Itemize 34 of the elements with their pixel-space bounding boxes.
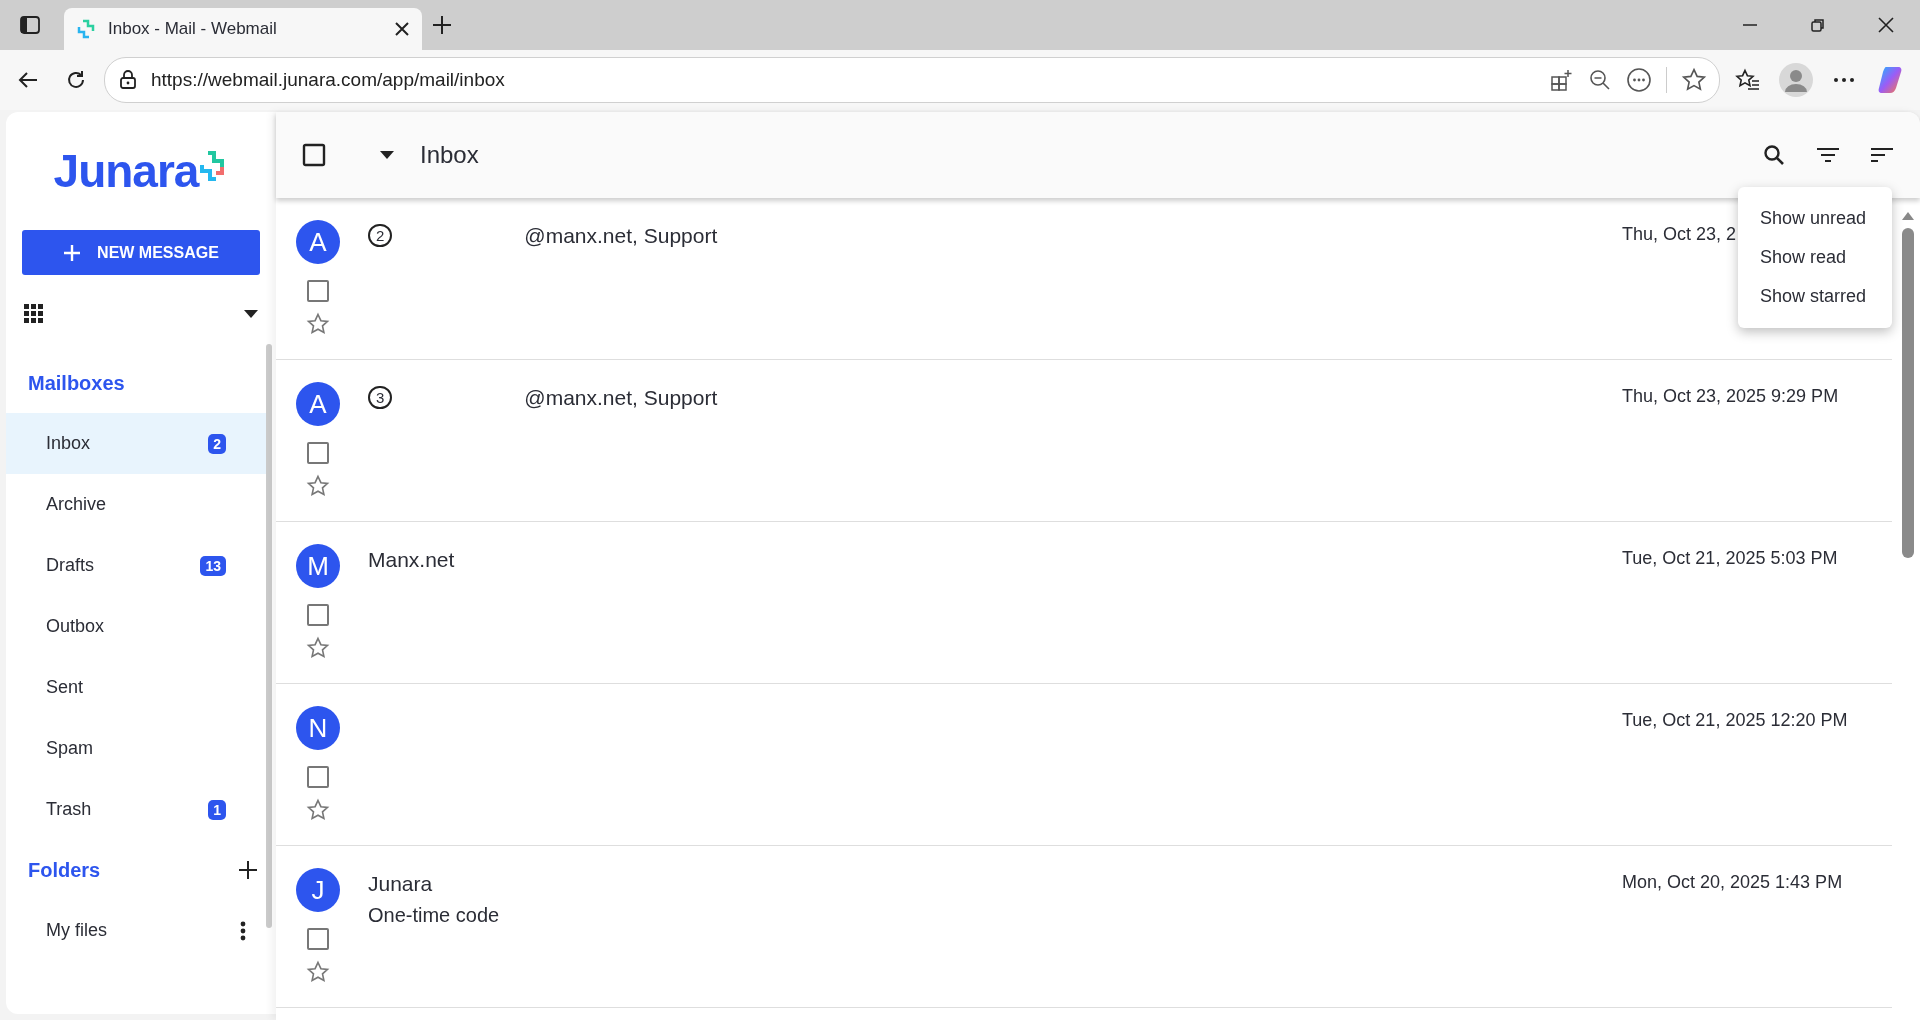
mailbox-label: Archive	[46, 494, 107, 515]
avatar: A	[296, 220, 340, 264]
sender-text: @manx.net, Support	[524, 224, 718, 248]
tab-title: Inbox - Mail - Webmail	[108, 19, 278, 39]
sender-text: Manx.net	[368, 548, 455, 572]
unread-count: 13	[200, 555, 226, 576]
sender-text: @manx.net, Support	[524, 386, 718, 410]
thread-count: 2	[368, 224, 393, 247]
mailbox-label: Spam	[46, 738, 94, 759]
mailbox-label: Sent	[46, 677, 84, 698]
mailbox-label: Drafts	[46, 555, 94, 576]
logo-text: Junara	[53, 144, 199, 198]
mailbox-label: Inbox	[46, 433, 91, 454]
subject-text: One-time code	[368, 904, 501, 927]
folder-label: My files	[46, 920, 107, 941]
date-text: Thu, Oct 23, 2	[1622, 224, 1737, 244]
date-text: Thu, Oct 23, 2025 9:29 PM	[1622, 386, 1839, 406]
avatar: A	[296, 382, 340, 426]
mailbox-label: Outbox	[46, 616, 105, 637]
unread-count: 1	[208, 799, 226, 820]
avatar: J	[296, 868, 340, 912]
folders-heading: Folders	[27, 857, 102, 883]
date-text: Tue, Oct 21, 2025 5:03 PM	[1622, 548, 1838, 568]
thread-count: 3	[368, 386, 393, 409]
avatar: N	[296, 706, 340, 750]
url-text: https://webmail.junara.com/app/mail/inbox	[151, 69, 506, 91]
mailbox-title: Inbox	[420, 141, 479, 169]
date-text: Mon, Oct 20, 2025 1:43 PM	[1622, 872, 1843, 892]
mailbox-label: Trash	[46, 799, 92, 820]
mailboxes-heading: Mailboxes	[27, 370, 126, 396]
sender-text: Junara	[368, 872, 433, 896]
unread-count: 2	[208, 433, 226, 454]
avatar: M	[296, 544, 340, 588]
date-text: Tue, Oct 21, 2025 12:20 PM	[1622, 710, 1848, 730]
